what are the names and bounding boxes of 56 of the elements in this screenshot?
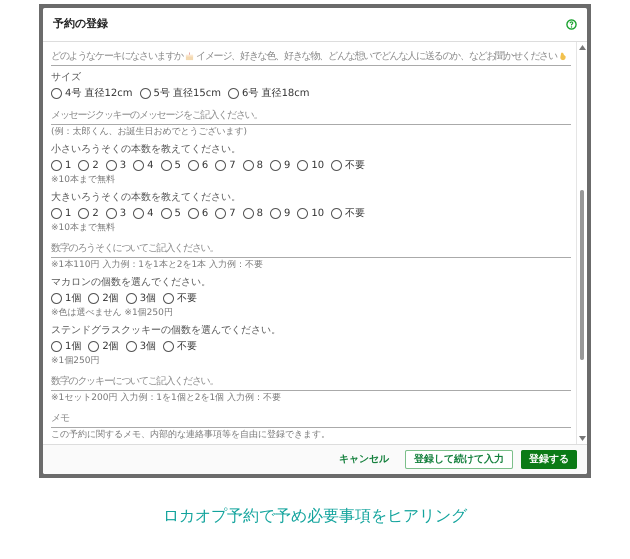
radio-option[interactable]: 不要 xyxy=(331,206,366,221)
radio-option[interactable]: 10 xyxy=(297,206,324,221)
help-text: ※1個250円 xyxy=(51,356,100,366)
radio-option[interactable]: 1個 xyxy=(51,339,82,354)
radio-option[interactable]: 3個 xyxy=(126,291,156,306)
radio-option[interactable]: 3 xyxy=(106,206,126,221)
dialog-button[interactable]: キャンセル xyxy=(331,452,397,467)
radio-option[interactable]: 1 xyxy=(51,158,72,173)
radio-option[interactable]: 2個 xyxy=(88,339,119,354)
help-text: (例：太郎くん、お誕生日おめでとうございます) xyxy=(51,126,248,138)
radio-option[interactable]: 2個 xyxy=(88,291,119,306)
radio-option[interactable]: 2 xyxy=(78,158,99,173)
input-field[interactable]: 数字のろうそくについてご記入ください。 xyxy=(51,240,571,258)
radio-option[interactable]: 5号 直径15cm xyxy=(140,86,222,101)
radio-option[interactable]: 7 xyxy=(215,206,236,221)
radio-option[interactable]: 10 xyxy=(297,158,324,173)
input-field[interactable]: メモ xyxy=(51,410,571,428)
field-label: マカロンの個数を選んでください。 xyxy=(51,276,212,289)
radio-option[interactable]: 6 xyxy=(188,206,208,221)
dialog-title: 予約の登録 xyxy=(53,16,108,32)
field-label: 大きいろうそくの本数を教えてください。 xyxy=(51,191,242,204)
help-text: ※1セット200円 入力例：1を1個と2を1個 入力例：不要 xyxy=(51,392,282,404)
field-label: 小さいろうそくの本数を教えてください。 xyxy=(51,143,242,156)
radio-option[interactable]: 5 xyxy=(160,158,181,173)
input-field[interactable]: 数字のクッキーについてご記入ください。 xyxy=(51,373,571,391)
radio-option[interactable]: 不要 xyxy=(331,158,366,173)
field-label: サイズ xyxy=(51,71,82,84)
radio-option[interactable]: 4 xyxy=(133,158,154,173)
input-field[interactable]: メッセージクッキーのメッセージをご記入ください。 xyxy=(51,107,571,125)
radio-option[interactable]: 4号 直径12cm xyxy=(51,86,133,101)
radio-option[interactable]: 不要 xyxy=(163,291,198,306)
radio-option[interactable]: 4 xyxy=(133,206,154,221)
dialog-button[interactable]: 登録する xyxy=(521,450,577,469)
radio-option[interactable]: 8 xyxy=(242,206,263,221)
radio-option[interactable]: 6号 直径18cm xyxy=(228,86,310,101)
radio-option[interactable]: 7 xyxy=(215,158,236,173)
help-text: ※10本まで無料 xyxy=(51,174,116,186)
radio-option[interactable]: 2 xyxy=(78,206,99,221)
help-text: ※色は選べません ※1個250円 xyxy=(51,308,174,318)
dialog-button[interactable]: 登録して続けて入力 xyxy=(405,450,513,469)
field-label: ステンドグラスクッキーの個数を選んでください。 xyxy=(51,324,282,337)
radio-option[interactable]: 6 xyxy=(188,158,208,173)
help-text: この予約に関するメモ、内部的な連絡事項等を自由に登録できます。 xyxy=(51,430,331,440)
radio-option[interactable]: 9 xyxy=(270,158,290,173)
radio-option[interactable]: 3個 xyxy=(126,339,156,354)
radio-option[interactable]: 8 xyxy=(242,158,263,173)
radio-option[interactable]: 不要 xyxy=(163,339,198,354)
help-text: ※10本まで無料 xyxy=(51,222,116,234)
radio-option[interactable]: 3 xyxy=(106,158,126,173)
radio-option[interactable]: 1個 xyxy=(51,291,82,306)
radio-option[interactable]: 5 xyxy=(160,206,181,221)
radio-option[interactable]: 9 xyxy=(270,206,290,221)
caption: ロカオプ予約で予め必要事項をヒアリング xyxy=(163,505,467,527)
radio-option[interactable]: 1 xyxy=(51,206,72,221)
input-field[interactable]: どのようなケーキになさいますか イメージ、好きな色、好きな物、どんな想いでどんな人に送るのか、などお聞かせください xyxy=(51,48,571,66)
help-text: ※1本110円 入力例：1を1本と2を1本 入力例：不要 xyxy=(51,260,264,270)
